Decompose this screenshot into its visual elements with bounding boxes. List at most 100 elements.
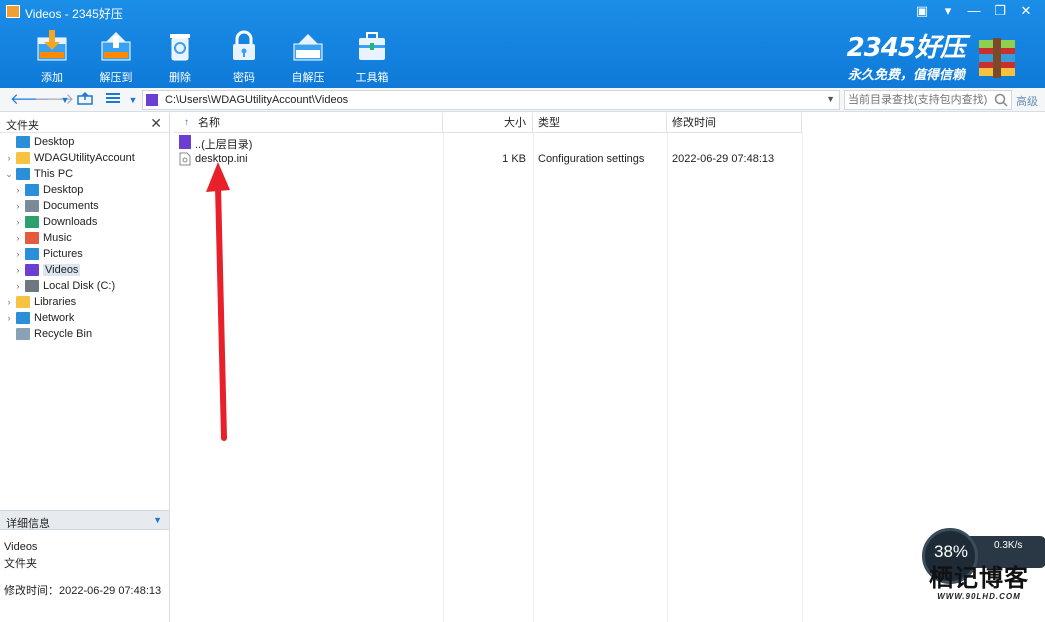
column-header-name[interactable]: ↑ 名称 <box>174 113 443 133</box>
advanced-search-link[interactable]: 高级 <box>1016 93 1038 109</box>
network-icon <box>16 312 30 324</box>
self-extract-label: 自解压 <box>291 72 325 84</box>
search-input[interactable] <box>845 91 991 109</box>
sidebar-item-music[interactable]: › Music <box>13 230 72 246</box>
back-icon[interactable]: 🡐 <box>10 91 50 109</box>
sidebar-item-wdagutilityaccount[interactable]: › WDAGUtilityAccount <box>4 150 135 166</box>
sort-asc-icon: ↑ <box>184 117 189 128</box>
expand-chevron-icon[interactable]: › <box>13 233 23 243</box>
sidebar-item-this-pc[interactable]: ⌄ This PC <box>4 166 73 182</box>
app-icon <box>6 5 20 18</box>
network-speed-widget: 38% 0.3K/s <box>922 528 1045 584</box>
expand-chevron-icon[interactable]: › <box>4 297 14 307</box>
details-pane-header[interactable]: 详细信息 ▼ <box>0 510 169 530</box>
add-button[interactable]: 添加 <box>20 24 84 84</box>
history-dropdown-icon[interactable]: ▼ <box>56 91 74 109</box>
window-title: Videos - 2345好压 <box>25 7 123 21</box>
details-pane: 详细信息 ▼ Videos 文件夹 修改时间：2022-06-29 07:48:… <box>0 510 169 622</box>
downloads-icon <box>25 216 39 228</box>
extract-button[interactable]: 解压到 <box>84 24 148 84</box>
file-row-parent[interactable]: ..(上层目录) <box>174 134 1045 151</box>
sidebar-item-label: Pictures <box>43 248 83 260</box>
expand-chevron-icon[interactable]: › <box>4 313 14 323</box>
sidebar-item-label: Music <box>43 232 72 244</box>
expand-chevron-icon[interactable]: › <box>13 217 23 227</box>
sidebar-item-videos[interactable]: › Videos <box>13 262 81 278</box>
sidebar-item-network[interactable]: › Network <box>4 310 74 326</box>
menu-button[interactable]: ▾ <box>935 1 961 21</box>
extract-label: 解压到 <box>99 72 133 84</box>
details-type: 文件夹 <box>4 558 37 570</box>
sidebar-item-label: Local Disk (C:) <box>43 280 116 292</box>
password-label: 密码 <box>233 72 255 84</box>
self-extract-button[interactable]: 自解压 <box>276 24 340 84</box>
sidebar-item-documents[interactable]: › Documents <box>13 198 99 214</box>
file-modified: 2022-06-29 07:48:13 <box>672 153 775 165</box>
sidebar-item-desktop[interactable]: Desktop <box>4 134 74 150</box>
restore-button[interactable]: ❐ <box>987 1 1013 21</box>
close-button[interactable]: ✕ <box>1013 1 1039 21</box>
delete-button[interactable]: 删除 <box>148 24 212 84</box>
view-dropdown-icon[interactable]: ▼ <box>124 91 142 109</box>
details-modified: 修改时间：2022-06-29 07:48:13 <box>4 585 162 597</box>
file-type: Configuration settings <box>538 153 645 165</box>
file-name: ..(上层目录) <box>195 139 253 151</box>
folder-pane-header: 文件夹 ✕ <box>0 113 169 133</box>
expanded-chevron-icon[interactable]: ⌄ <box>4 169 14 180</box>
column-divider <box>667 133 668 622</box>
up-folder-icon[interactable] <box>76 91 94 109</box>
brand-logo: 2345好压 永久免费，值得信赖 <box>846 33 966 83</box>
videos-folder-icon <box>146 94 158 106</box>
column-header-type[interactable]: 类型 <box>533 113 667 133</box>
file-size: 1 KB <box>502 153 526 165</box>
expand-chevron-icon[interactable]: › <box>4 153 14 163</box>
expand-chevron-icon[interactable]: › <box>13 249 23 259</box>
brand-name: 2345好压 <box>846 33 966 63</box>
minimize-button[interactable]: — <box>961 1 987 21</box>
window-controls: ▣ ▾ — ❐ ✕ <box>909 1 1039 21</box>
recycle-bin-icon <box>16 328 30 340</box>
column-divider <box>443 133 444 622</box>
expand-chevron-icon[interactable]: › <box>13 185 23 195</box>
column-header-size[interactable]: 大小 <box>443 113 533 133</box>
sidebar-item-libraries[interactable]: › Libraries <box>4 294 76 310</box>
address-bar: 🡐 🡒 ▼ ▼ C:\Users\WDAGUtilityAccount\Vide… <box>0 88 1045 112</box>
videos-icon <box>25 264 39 276</box>
path-dropdown-icon[interactable]: ▼ <box>826 94 835 104</box>
close-icon[interactable]: ✕ <box>150 115 162 132</box>
extract-icon <box>96 26 136 66</box>
feedback-button[interactable]: ▣ <box>909 1 935 21</box>
column-divider <box>802 133 803 622</box>
brand-archive-icon <box>975 36 1019 78</box>
pictures-icon <box>25 248 39 260</box>
sidebar-item-label: WDAGUtilityAccount <box>34 152 135 164</box>
search-icon[interactable] <box>994 93 1008 110</box>
path-field[interactable]: C:\Users\WDAGUtilityAccount\Videos ▼ <box>142 90 840 110</box>
sidebar-item-recycle-bin[interactable]: Recycle Bin <box>4 326 92 342</box>
expand-chevron-icon[interactable]: › <box>13 281 23 291</box>
collapse-icon[interactable]: ▼ <box>153 515 162 525</box>
password-button[interactable]: 密码 <box>212 24 276 84</box>
header: Videos - 2345好压 ▣ ▾ — ❐ ✕ 添加 解压到 删除 密码 自… <box>0 0 1045 88</box>
column-type-label: 类型 <box>538 117 560 129</box>
file-row[interactable]: desktop.ini 1 KB Configuration settings … <box>174 151 1045 168</box>
app-window: Videos - 2345好压 ▣ ▾ — ❐ ✕ 添加 解压到 删除 密码 自… <box>0 0 1045 622</box>
documents-icon <box>25 200 39 212</box>
sidebar-item-label: This PC <box>34 168 74 180</box>
title-bar: Videos - 2345好压 ▣ ▾ — ❐ ✕ <box>0 0 1045 24</box>
sidebar-item-label: Desktop <box>34 136 75 148</box>
column-header-modified[interactable]: 修改时间 <box>667 113 802 133</box>
main-toolbar: 添加 解压到 删除 密码 自解压 工具箱 <box>20 24 404 84</box>
sidebar-item-local-disk-c[interactable]: › Local Disk (C:) <box>13 278 115 294</box>
forward-icon[interactable]: 🡒 <box>34 91 74 109</box>
sidebar-item-downloads[interactable]: › Downloads <box>13 214 97 230</box>
sidebar-item-label: Downloads <box>43 216 98 228</box>
sidebar-item-desktop[interactable]: › Desktop <box>13 182 83 198</box>
sidebar-item-pictures[interactable]: › Pictures <box>13 246 83 262</box>
libraries-icon <box>16 296 30 308</box>
expand-chevron-icon[interactable]: › <box>13 265 23 275</box>
view-mode-icon[interactable] <box>104 91 122 109</box>
sidebar-item-label: Documents <box>43 200 99 212</box>
toolbox-button[interactable]: 工具箱 <box>340 24 404 84</box>
expand-chevron-icon[interactable]: › <box>13 201 23 211</box>
